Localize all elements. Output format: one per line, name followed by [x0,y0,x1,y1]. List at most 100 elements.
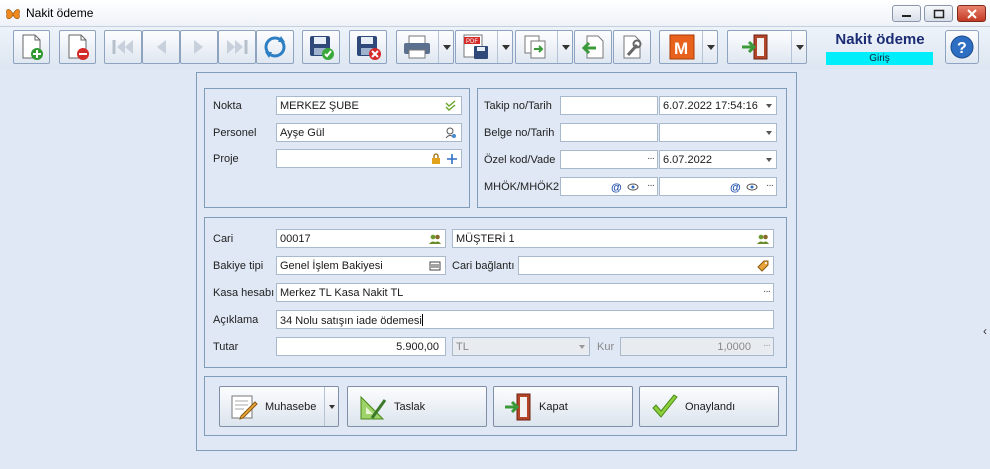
tutar-value: 5.900,00 [396,341,439,353]
bakiye-field[interactable]: Genel İşlem Bakiyesi [276,256,446,275]
kapat-label: Kapat [539,401,568,413]
copy-button[interactable] [515,30,573,64]
minimize-icon [902,15,911,17]
import-button[interactable] [574,30,612,64]
ozel-kod-ellipsis-icon[interactable]: ··· [647,153,655,164]
svg-text:@: @ [730,182,741,193]
nokta-field[interactable]: MERKEZ ŞUBE [276,96,462,115]
save-cancel-icon [357,36,381,60]
copy-icon [524,35,546,59]
export-pdf-button[interactable]: PDF [455,30,513,64]
aciklama-input[interactable]: 34 Nolu satışın iade ödemesi [276,310,774,329]
belge-date-value: . . : : [669,139,709,141]
cari-baglanti-field[interactable] [518,256,774,275]
nokta-label: Nokta [213,100,242,112]
exit-button[interactable] [727,30,807,64]
taslak-button[interactable]: Taslak [347,386,487,427]
calculator-icon[interactable] [429,260,441,272]
exit-dropdown-arrow[interactable] [791,31,806,63]
cari-code-field[interactable]: 00017 [276,229,446,248]
kur-value: 1,0000 [717,341,751,353]
close-button[interactable] [957,5,986,22]
mhok2-ellipsis-icon[interactable]: ··· [766,180,774,191]
close-icon [967,9,977,19]
svg-text:@: @ [611,182,622,193]
settings-button[interactable] [613,30,651,64]
ozel-kod-field[interactable]: ··· [560,150,658,169]
kasa-ellipsis-icon[interactable]: ··· [763,286,771,297]
minimize-button[interactable] [892,5,921,22]
print-dropdown-arrow[interactable] [438,31,453,63]
import-icon [581,35,604,59]
eye-lookup-icon[interactable] [627,181,639,193]
at-sign-icon[interactable]: @ [611,181,623,193]
mhok1-field[interactable]: @ ··· [560,177,658,196]
kur-ellipsis-icon[interactable]: ··· [763,340,771,351]
tutar-input[interactable]: 5.900,00 [276,337,446,356]
kasa-field[interactable]: Merkez TL Kasa Nakit TL ··· [276,283,774,302]
kur-field[interactable]: 1,0000 ··· [620,337,774,356]
mhok1-ellipsis-icon[interactable]: ··· [647,180,655,191]
proje-field[interactable] [276,149,462,168]
muhasebe-button[interactable]: Muhasebe [219,386,339,427]
belge-date-dropdown-icon[interactable] [766,131,772,135]
belge-date-field[interactable]: . . : : [659,123,777,142]
last-record-icon [227,40,248,54]
vade-field[interactable]: 6.07.2022 [659,150,777,169]
help-icon: ? [950,35,974,59]
cari-code-value: 00017 [280,233,311,245]
copy-dropdown-arrow[interactable] [557,31,572,63]
currency-dropdown-icon[interactable] [579,345,585,349]
customers-icon[interactable] [757,233,769,245]
side-panel-expand-handle[interactable]: ‹ [983,324,987,338]
personel-label: Personel [213,127,257,139]
refresh-button[interactable] [256,30,294,64]
maximize-button[interactable] [924,5,953,22]
first-record-button[interactable] [104,30,142,64]
title-bar: Nakit ödeme [0,0,990,27]
svg-text:PDF: PDF [466,39,478,45]
customers-icon[interactable] [429,233,441,245]
personel-field[interactable]: Ayşe Gül [276,123,462,142]
mhok2-field[interactable]: @ ··· [659,177,777,196]
tag-icon[interactable] [757,260,769,272]
help-button[interactable]: ? [945,30,979,64]
takip-date-dropdown-icon[interactable] [766,104,772,108]
first-record-icon [112,40,133,54]
print-button[interactable] [396,30,454,64]
save-cancel-button[interactable] [349,30,387,64]
at-sign-icon[interactable]: @ [730,181,742,193]
delete-button[interactable] [59,30,96,64]
takip-no-field[interactable] [560,96,658,115]
module-dropdown-arrow[interactable] [702,31,717,63]
kapat-button[interactable]: Kapat [493,386,633,427]
kasa-value: Merkez TL Kasa Nakit TL [280,287,404,299]
cari-name-field[interactable]: MÜŞTERİ 1 [452,229,774,248]
accounting-pencil-icon [231,395,258,420]
user-lookup-icon [445,127,456,139]
vade-dropdown-icon[interactable] [766,158,772,162]
plus-icon[interactable] [446,153,458,165]
new-document-icon [22,34,43,60]
last-record-button[interactable] [218,30,256,64]
next-record-icon [194,40,203,54]
double-check-icon [445,100,456,111]
previous-record-button[interactable] [142,30,180,64]
takip-date-value: 6.07.2022 17:54:16 [663,100,758,112]
module-button[interactable]: M [659,30,718,64]
onaylandi-button[interactable]: Onaylandı [639,386,779,427]
mode-badge: Giriş [826,52,933,65]
cari-baglanti-label: Cari bağlantı [452,260,515,272]
new-button[interactable] [13,30,50,64]
belge-no-field[interactable] [560,123,658,142]
muhasebe-dropdown-arrow[interactable] [324,387,338,426]
lock-icon[interactable] [430,153,442,165]
pdf-dropdown-arrow[interactable] [497,31,512,63]
butterfly-icon [6,9,20,19]
maximize-icon [933,9,945,19]
currency-select[interactable]: TL [452,337,590,356]
eye-lookup-icon[interactable] [746,181,758,193]
takip-date-field[interactable]: 6.07.2022 17:54:16 [659,96,777,115]
next-record-button[interactable] [180,30,218,64]
save-button[interactable] [302,30,340,64]
